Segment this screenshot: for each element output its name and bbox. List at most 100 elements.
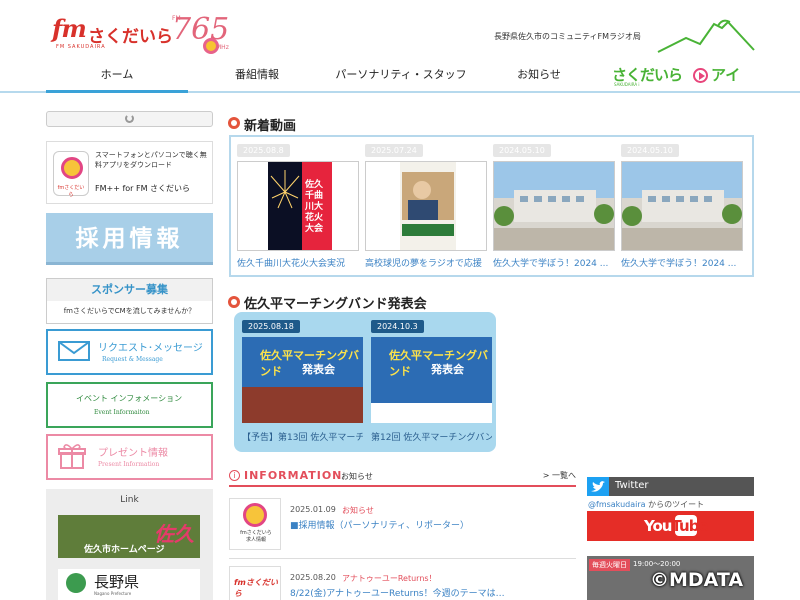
program-badge: 毎週火曜日 [589, 559, 630, 571]
player-loader[interactable] [46, 111, 213, 127]
info-date: 2025.08.20 [290, 573, 336, 582]
twitter-subtitle: @fmsakudaira からのツイート [588, 499, 704, 510]
sponsor-subtitle: fmさくだいらでCMを流してみませんか？ [63, 307, 196, 315]
app-icon: fmさくだいら [53, 151, 89, 198]
nagano-prefecture-link[interactable]: 長野県 Nagano Prefecture [58, 569, 200, 600]
info-title: INFORMATION [244, 469, 343, 482]
request-sublabel: Request & Message [102, 356, 163, 363]
band-stage [371, 403, 492, 423]
mountain-icon [657, 19, 755, 53]
band-crowd [242, 387, 363, 423]
info-thumb-label: fmさくだいら 求人情報 [240, 530, 272, 543]
band-video-date: 2024.10.3 [371, 320, 424, 333]
video-date: 2024.05.10 [621, 144, 679, 157]
nagano-text: 長野県 [94, 573, 140, 591]
university-thumbnail [622, 162, 742, 250]
logo-frequency: 765 [172, 12, 230, 47]
info-view-all-label: 一覧へ [552, 471, 576, 480]
section-bullet-icon [228, 117, 240, 129]
nav-programs[interactable]: 番組情報 [188, 62, 326, 92]
logo-freq-mhz: MHz [216, 44, 229, 51]
twitter-sub-text: からのツイート [645, 500, 705, 509]
app-download-text: スマートフォンとパソコンで聴く無料アプリをダウンロード [95, 151, 207, 169]
video-card[interactable]: 2025.07.24 高校球児の夢をラジオで応援 [365, 144, 487, 271]
twitter-bird-icon [587, 477, 609, 496]
present-label: プレゼント情報 [98, 448, 168, 459]
sakudaira-i-sub: SAKUDAIRA i [614, 82, 640, 87]
flower-icon [61, 157, 83, 179]
sakudaira-i-link[interactable]: さくだいら アイ SAKUDAIRA i [612, 62, 742, 88]
band-video-date: 2025.08.18 [242, 320, 300, 333]
app-name: FM++ for FM さくだいら [95, 184, 191, 193]
site-header: fm さくだいら FM SAKUDAIRA FM 765 MHz 長野県佐久市の… [0, 0, 800, 62]
recruit-banner[interactable]: 採用情報 [46, 213, 213, 265]
request-message-button[interactable]: リクエスト･メッセージ Request & Message [46, 329, 213, 375]
video-title: 佐久千曲川大花火大会実況 [237, 259, 346, 269]
band-video-title: 第12回 佐久平マーチングバンド発表会 [371, 433, 492, 443]
event-info-button[interactable]: イベント インフォメーション Event Informaiton [46, 382, 213, 428]
present-info-button[interactable]: プレゼント情報 Present Information [46, 434, 213, 480]
video-thumbnail [493, 161, 615, 251]
link-title: Link [120, 495, 139, 505]
band-video-thumbnail: 佐久平マーチングバンド 発表会 [371, 337, 492, 423]
video-card[interactable]: 2025.08.8 佐久千曲川大花火大会 佐久千曲川大花火大会実況 [237, 144, 359, 271]
gift-icon [58, 444, 86, 469]
fireworks-thumbnail [268, 162, 332, 250]
info-thumbnail: fmさくだいら [229, 566, 281, 600]
band-video-card[interactable]: 2025.08.18 佐久平マーチングバンド 発表会 【予告】第13回 佐久平マ… [242, 320, 363, 448]
info-text[interactable]: 8/22(金)アナトゥーユーReturns！今週のテーマは… [290, 586, 574, 599]
logo-fm-text: fm [52, 14, 87, 43]
university-thumbnail [494, 162, 614, 250]
nav-personality[interactable]: パーソナリティ・スタッフ [326, 62, 476, 92]
present-sublabel: Present Information [98, 461, 160, 468]
video-card[interactable]: 2024.05.10 佐久大学で学ぼう！2024 ... [493, 144, 615, 271]
video-title: 高校球児の夢をラジオで応援 [365, 259, 482, 269]
info-thumbnail: fmさくだいら 求人情報 [229, 498, 281, 550]
youtube-tube: Tube [671, 517, 708, 535]
info-subtitle: お知らせ [341, 472, 373, 481]
video-date: 2025.07.24 [365, 144, 423, 157]
video-thumbnail [365, 161, 487, 251]
band-banner-text-2: 発表会 [431, 363, 464, 376]
section-bullet-icon [228, 296, 240, 308]
video-date: 2025.08.8 [237, 144, 290, 157]
video-card[interactable]: 2024.05.10 佐久大学で学ぼう！2024 ... [621, 144, 743, 271]
logo-sub-text: FM SAKUDAIRA [56, 44, 106, 50]
event-sublabel: Event Informaiton [94, 409, 150, 416]
sponsor-banner[interactable]: スポンサー募集 fmさくだいらでCMを流してみませんか？ [46, 278, 213, 324]
play-icon [693, 68, 708, 83]
nagano-mark-icon [66, 573, 86, 593]
info-category: お知らせ [342, 506, 374, 515]
videos-panel: 2025.08.8 佐久千曲川大花火大会 佐久千曲川大花火大会実況 2025.0… [229, 135, 754, 277]
nagano-subtext: Nagano Prefecture [94, 591, 132, 596]
video-title: 佐久大学で学ぼう！2024 ... [621, 259, 737, 269]
twitter-handle-link[interactable]: @fmsakudaira [588, 500, 646, 509]
info-list-item[interactable]: fmさくだいら 2025.08.20 アナトゥーユーReturns！ 8/22(… [229, 566, 576, 600]
info-view-all-link[interactable]: > 一覧へ [543, 470, 576, 481]
video-date: 2024.05.10 [493, 144, 551, 157]
request-label: リクエスト･メッセージ [98, 343, 203, 354]
site-logo[interactable]: fm さくだいら FM SAKUDAIRA FM 765 MHz [52, 12, 230, 56]
nav-news[interactable]: お知らせ [476, 62, 602, 92]
loading-spinner-icon [125, 114, 134, 123]
app-icon-label: fmさくだいら [57, 185, 85, 198]
app-download-banner[interactable]: fmさくだいら スマートフォンとパソコンで聴く無料アプリをダウンロード FM++… [46, 141, 213, 204]
info-list-item[interactable]: fmさくだいら 求人情報 2025.01.09 お知らせ ■採用情報（パーソナリ… [229, 498, 576, 556]
youtube-banner[interactable]: YouTube [587, 511, 754, 541]
link-section: Link 佐久 佐久市ホームページ 長野県 Nagano Prefecture [46, 489, 213, 600]
band-banner-text-2: 発表会 [302, 363, 335, 376]
videos-section-title: 新着動画 [244, 119, 297, 134]
event-label: イベント インフォメーション [76, 394, 183, 403]
fireworks-poster-text: 佐久千曲川大花火大会 [305, 180, 324, 234]
band-video-card[interactable]: 2024.10.3 佐久平マーチングバンド 発表会 第12回 佐久平マーチングバ… [371, 320, 492, 448]
band-video-title: 【予告】第13回 佐久平マーチングバンド発表会 [242, 433, 363, 443]
saku-city-link[interactable]: 佐久 佐久市ホームページ [58, 515, 200, 558]
page: fm さくだいら FM SAKUDAIRA FM 765 MHz 長野県佐久市の… [0, 0, 800, 600]
site-tagline: 長野県佐久市のコミュニティFMラジオ局 [494, 32, 641, 41]
sponsor-title: スポンサー募集 [47, 279, 212, 301]
twitter-label: Twitter [615, 480, 649, 491]
info-text[interactable]: ■採用情報（パーソナリティ、リポーター） [290, 518, 574, 531]
nav-home[interactable]: ホーム [46, 62, 188, 92]
info-thumb-label: fmさくだいら [234, 578, 278, 598]
twitter-header[interactable]: Twitter [587, 477, 754, 496]
